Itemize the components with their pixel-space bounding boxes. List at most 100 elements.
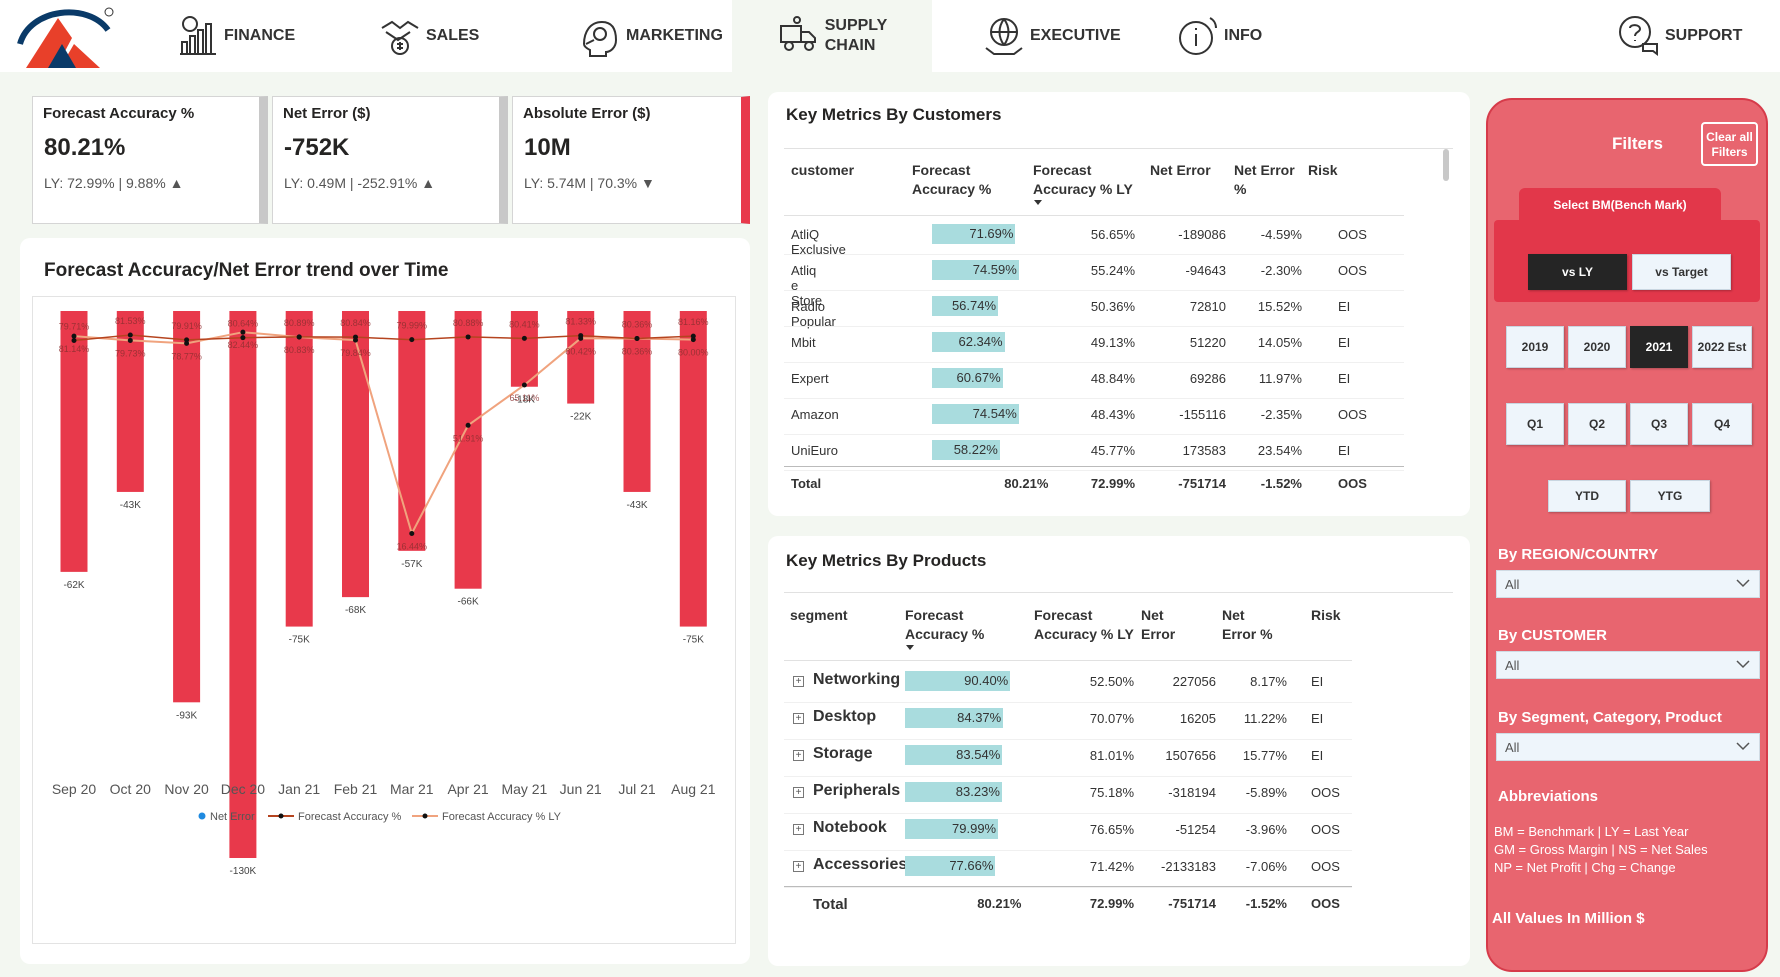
customer-dropdown[interactable]: All xyxy=(1496,651,1760,679)
bm-vs-target-button[interactable]: vs Target xyxy=(1632,254,1731,290)
nav-support[interactable]: SUPPORT xyxy=(1617,0,1742,72)
forecast-accuracy-ly-data-label: 51.91% xyxy=(453,433,484,443)
region-dropdown[interactable]: All xyxy=(1496,570,1760,598)
accuracy-bar: 74.59% xyxy=(932,260,1052,280)
legend-net-error-marker xyxy=(198,812,206,820)
expand-plus-icon[interactable]: + xyxy=(793,824,804,835)
delivery-truck-icon xyxy=(779,16,816,51)
year-2022-est-button[interactable]: 2022 Est xyxy=(1692,326,1752,368)
column-header[interactable]: Forecast Accuracy % LY xyxy=(1033,161,1143,199)
period-ytg-button[interactable]: YTG xyxy=(1630,480,1710,512)
net-error-pct-value: 15.77% xyxy=(1242,748,1287,763)
total-net-error-pct-value: -1.52% xyxy=(1260,476,1302,491)
net-error-data-label: -22K xyxy=(570,412,591,423)
forecast-accuracy-ly-data-label: 65.11% xyxy=(509,393,539,403)
total-accuracy-ly-value: 72.99% xyxy=(1089,896,1134,911)
divider xyxy=(784,739,1352,740)
globe-hands-icon xyxy=(985,18,1023,55)
total-net-error-value: -751714 xyxy=(1168,896,1216,911)
year-2021-button[interactable]: 2021 xyxy=(1630,326,1688,368)
forecast-accuracy-data-label: 79.91% xyxy=(171,321,202,331)
column-header[interactable]: Forecast Accuracy % xyxy=(905,606,1015,644)
forecast-accuracy-ly-line xyxy=(73,331,694,537)
accuracy-bar: 62.34% xyxy=(932,332,1052,352)
kpi-value: -752K xyxy=(284,134,350,161)
forecast-accuracy-ly-point xyxy=(353,337,358,343)
column-header[interactable]: segment xyxy=(790,606,890,625)
accuracy-value: 71.69% xyxy=(969,226,1014,241)
accuracy-ly-value: 45.77% xyxy=(1090,443,1135,458)
expand-plus-icon[interactable]: + xyxy=(793,787,804,798)
x-tick-label: Jan 21 xyxy=(278,781,320,797)
region-filter-label: By REGION/COUNTRY xyxy=(1498,546,1659,563)
x-tick-label: Dec 20 xyxy=(221,781,266,797)
forecast-accuracy-ly-data-label: 16.44% xyxy=(397,541,428,551)
net-error-data-label: -68K xyxy=(345,605,366,616)
expand-plus-icon[interactable]: + xyxy=(793,713,804,724)
customers-scrollbar[interactable] xyxy=(1443,149,1449,181)
total-net-error-value: -751714 xyxy=(1178,476,1226,491)
accuracy-bar: 79.99% xyxy=(905,819,1025,839)
row-label: Storage xyxy=(813,745,873,762)
nav-marketing[interactable]: MARKETING xyxy=(578,0,723,72)
accuracy-value: 79.99% xyxy=(952,821,997,836)
total-accuracy: 80.21% xyxy=(1004,476,1049,491)
sort-desc-icon[interactable] xyxy=(1034,200,1042,205)
quarter-q1-button[interactable]: Q1 xyxy=(1506,403,1564,445)
divider xyxy=(784,326,1404,327)
year-2020-button[interactable]: 2020 xyxy=(1568,326,1626,368)
divider xyxy=(784,148,1453,149)
divider xyxy=(784,254,1404,255)
column-header[interactable]: Net Error xyxy=(1141,606,1201,644)
period-ytd-button[interactable]: YTD xyxy=(1548,480,1626,512)
net-error-pct-value: 11.97% xyxy=(1258,371,1302,386)
expand-plus-icon[interactable]: + xyxy=(793,676,804,687)
accuracy-value: 60.67% xyxy=(956,370,1001,385)
column-header[interactable]: Risk xyxy=(1308,161,1348,180)
quarter-q4-button[interactable]: Q4 xyxy=(1692,403,1752,445)
quarter-q3-button[interactable]: Q3 xyxy=(1630,403,1688,445)
kpi-forecast-accuracy: Forecast Accuracy % 80.21% LY: 72.99% | … xyxy=(32,96,268,224)
forecast-accuracy-point xyxy=(521,335,527,341)
column-header[interactable]: Net Error xyxy=(1150,161,1225,180)
nav-marketing-label: MARKETING xyxy=(626,27,723,44)
column-header[interactable]: Risk xyxy=(1311,606,1351,625)
divider xyxy=(784,813,1352,814)
column-header[interactable]: Net Error % xyxy=(1234,161,1304,199)
forecast-accuracy-ly-data-label: 80.00% xyxy=(678,348,709,358)
nav-executive[interactable]: EXECUTIVE xyxy=(982,0,1121,72)
column-header[interactable]: Forecast Accuracy % LY xyxy=(1034,606,1154,644)
forecast-accuracy-ly-point xyxy=(296,334,302,340)
expand-plus-icon[interactable]: + xyxy=(793,861,804,872)
sort-desc-icon[interactable] xyxy=(906,645,914,650)
nav-finance[interactable]: FINANCE xyxy=(176,0,295,72)
forecast-accuracy-ly-point xyxy=(409,530,415,536)
accuracy-ly-value: 71.42% xyxy=(1089,859,1134,874)
bm-vs-ly-button[interactable]: vs LY xyxy=(1528,254,1627,290)
clear-filters-button[interactable]: Clear all Filters xyxy=(1701,122,1758,166)
year-2019-button[interactable]: 2019 xyxy=(1506,326,1564,368)
column-header[interactable]: Net Error % xyxy=(1222,606,1282,644)
quarter-q2-button[interactable]: Q2 xyxy=(1568,403,1626,445)
kpi-value: 80.21% xyxy=(44,134,126,161)
legend-fa-ly-label: Forecast Accuracy % LY xyxy=(442,811,562,823)
risk-value: EI xyxy=(1338,299,1351,314)
nav-info[interactable]: INFO xyxy=(1176,0,1262,72)
nav-sales[interactable]: SALES xyxy=(378,0,479,72)
megaphone-head-icon xyxy=(582,20,618,57)
segment-dropdown[interactable]: All xyxy=(1496,733,1760,761)
net-error-data-label: -62K xyxy=(63,580,84,591)
forecast-accuracy-ly-point xyxy=(127,337,133,343)
nav-supply-chain[interactable]: SUPPLY CHAIN xyxy=(732,0,932,72)
accuracy-value: 62.34% xyxy=(958,334,1003,349)
net-error-data-label: -75K xyxy=(683,635,704,646)
column-header[interactable]: customer xyxy=(791,161,911,180)
risk-value: EI xyxy=(1311,711,1324,726)
column-header[interactable]: Forecast Accuracy % xyxy=(912,161,1012,199)
accuracy-bar: 83.23% xyxy=(905,782,1025,802)
divider xyxy=(784,215,1404,216)
divider xyxy=(784,887,1352,888)
expand-plus-icon[interactable]: + xyxy=(793,750,804,761)
legend-fa-label: Forecast Accuracy % xyxy=(298,811,402,823)
net-error-pct-value: 14.05% xyxy=(1257,335,1302,350)
